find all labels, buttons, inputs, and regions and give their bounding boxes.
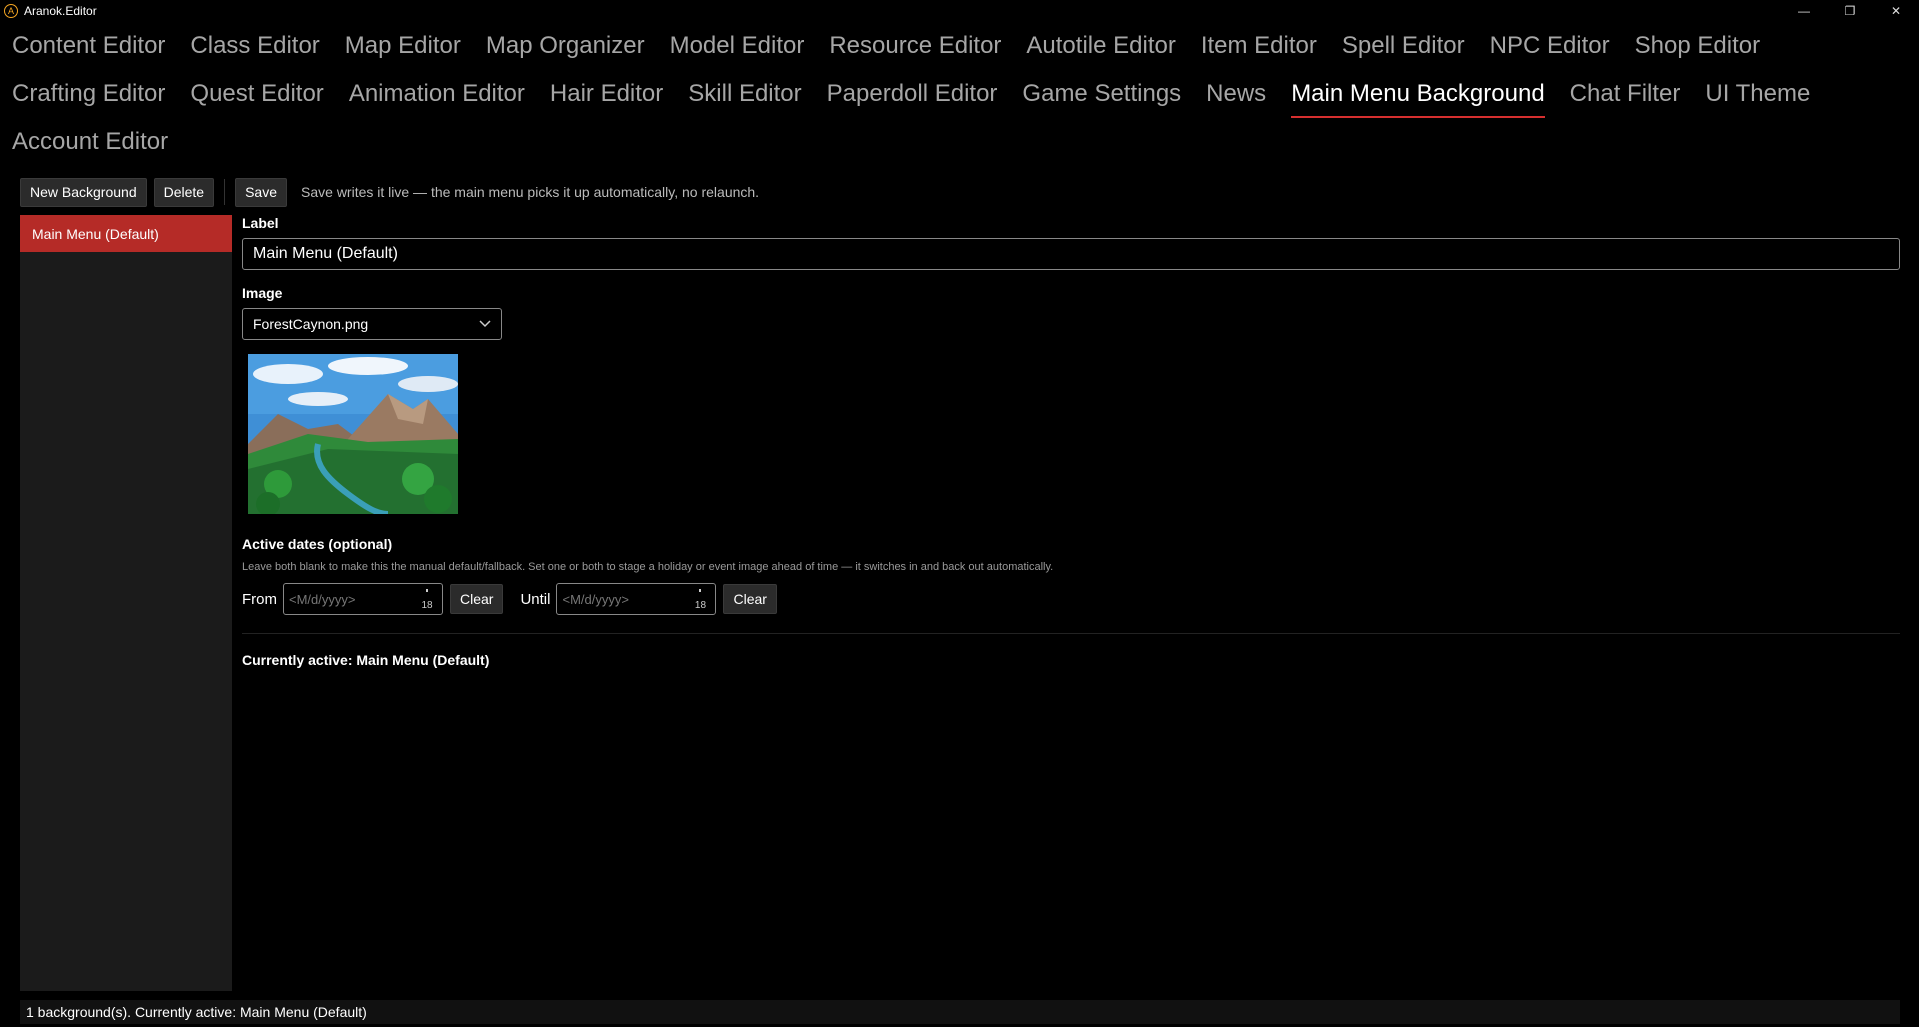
label-heading: Label bbox=[242, 215, 279, 231]
until-date-placeholder: <M/d/yyyy> bbox=[562, 591, 629, 607]
tab-class-editor[interactable]: Class Editor bbox=[190, 26, 319, 74]
background-list: Main Menu (Default) bbox=[20, 215, 232, 991]
active-dates-hint: Leave both blank to make this the manual… bbox=[242, 561, 1054, 573]
background-preview-image bbox=[248, 354, 458, 514]
tab-quest-editor[interactable]: Quest Editor bbox=[190, 74, 323, 122]
editor-tabs: Content Editor Class Editor Map Editor Map … bbox=[0, 26, 1919, 170]
tab-map-editor[interactable]: Map Editor bbox=[345, 26, 461, 74]
tab-crafting-editor[interactable]: Crafting Editor bbox=[12, 74, 165, 122]
toolbar: New Background Delete Save Save writes i… bbox=[20, 177, 760, 207]
tab-skill-editor[interactable]: Skill Editor bbox=[688, 74, 801, 122]
status-text: 1 background(s). Currently active: Main … bbox=[26, 1004, 367, 1020]
calendar-icon[interactable]: 18 bbox=[418, 587, 436, 611]
maximize-button[interactable]: ❐ bbox=[1827, 0, 1873, 22]
tab-shop-editor[interactable]: Shop Editor bbox=[1635, 26, 1760, 74]
date-range-row: From <M/d/yyyy> 18 Clear Until <M/d/yyyy… bbox=[242, 583, 1900, 615]
tab-hair-editor[interactable]: Hair Editor bbox=[550, 74, 663, 122]
delete-button[interactable]: Delete bbox=[153, 177, 215, 207]
image-select[interactable]: ForestCaynon.png bbox=[242, 308, 502, 340]
tab-content-editor[interactable]: Content Editor bbox=[12, 26, 165, 74]
tab-autotile-editor[interactable]: Autotile Editor bbox=[1026, 26, 1175, 74]
save-button[interactable]: Save bbox=[235, 177, 288, 207]
tab-paperdoll-editor[interactable]: Paperdoll Editor bbox=[827, 74, 998, 122]
from-date-placeholder: <M/d/yyyy> bbox=[289, 591, 356, 607]
until-label: Until bbox=[520, 590, 551, 608]
tab-item-editor[interactable]: Item Editor bbox=[1201, 26, 1317, 74]
currently-active-label: Currently active: Main Menu (Default) bbox=[242, 652, 490, 668]
until-clear-button[interactable]: Clear bbox=[723, 584, 777, 614]
close-button[interactable]: ✕ bbox=[1873, 0, 1919, 22]
tab-account-editor[interactable]: Account Editor bbox=[12, 122, 168, 170]
app-logo-icon: A bbox=[4, 4, 18, 18]
editor-panel: Label Main Menu (Default) Image ForestCa… bbox=[242, 215, 1900, 668]
calendar-icon[interactable]: 18 bbox=[691, 587, 709, 611]
tab-resource-editor[interactable]: Resource Editor bbox=[829, 26, 1001, 74]
chevron-down-icon bbox=[479, 317, 491, 331]
tab-news[interactable]: News bbox=[1206, 74, 1266, 122]
tab-model-editor[interactable]: Model Editor bbox=[670, 26, 805, 74]
list-item[interactable]: Main Menu (Default) bbox=[20, 215, 232, 252]
status-bar: 1 background(s). Currently active: Main … bbox=[20, 1000, 1900, 1024]
tab-npc-editor[interactable]: NPC Editor bbox=[1490, 26, 1610, 74]
tab-ui-theme[interactable]: UI Theme bbox=[1705, 74, 1810, 122]
minimize-button[interactable]: — bbox=[1781, 0, 1827, 22]
tab-game-settings[interactable]: Game Settings bbox=[1022, 74, 1181, 122]
tab-animation-editor[interactable]: Animation Editor bbox=[349, 74, 525, 122]
image-heading: Image bbox=[242, 285, 283, 301]
title-bar: A Aranok.Editor — ❐ ✕ bbox=[0, 0, 1919, 22]
until-date-picker[interactable]: <M/d/yyyy> 18 bbox=[556, 583, 717, 615]
toolbar-separator bbox=[224, 179, 226, 205]
tab-spell-editor[interactable]: Spell Editor bbox=[1342, 26, 1465, 74]
tab-map-organizer[interactable]: Map Organizer bbox=[486, 26, 645, 74]
label-field[interactable]: Main Menu (Default) bbox=[242, 238, 1900, 270]
from-date-picker[interactable]: <M/d/yyyy> 18 bbox=[283, 583, 443, 615]
divider bbox=[242, 633, 1900, 634]
new-background-button[interactable]: New Background bbox=[20, 177, 147, 207]
from-clear-button[interactable]: Clear bbox=[450, 584, 504, 614]
from-label: From bbox=[242, 590, 277, 608]
image-select-value: ForestCaynon.png bbox=[253, 316, 369, 332]
tab-main-menu-background[interactable]: Main Menu Background bbox=[1291, 74, 1546, 122]
active-dates-heading: Active dates (optional) bbox=[242, 536, 393, 552]
window-controls: — ❐ ✕ bbox=[1781, 0, 1919, 22]
save-hint: Save writes it live — the main menu pick… bbox=[301, 184, 760, 200]
window-title: Aranok.Editor bbox=[24, 4, 97, 18]
tab-chat-filter[interactable]: Chat Filter bbox=[1570, 74, 1681, 122]
